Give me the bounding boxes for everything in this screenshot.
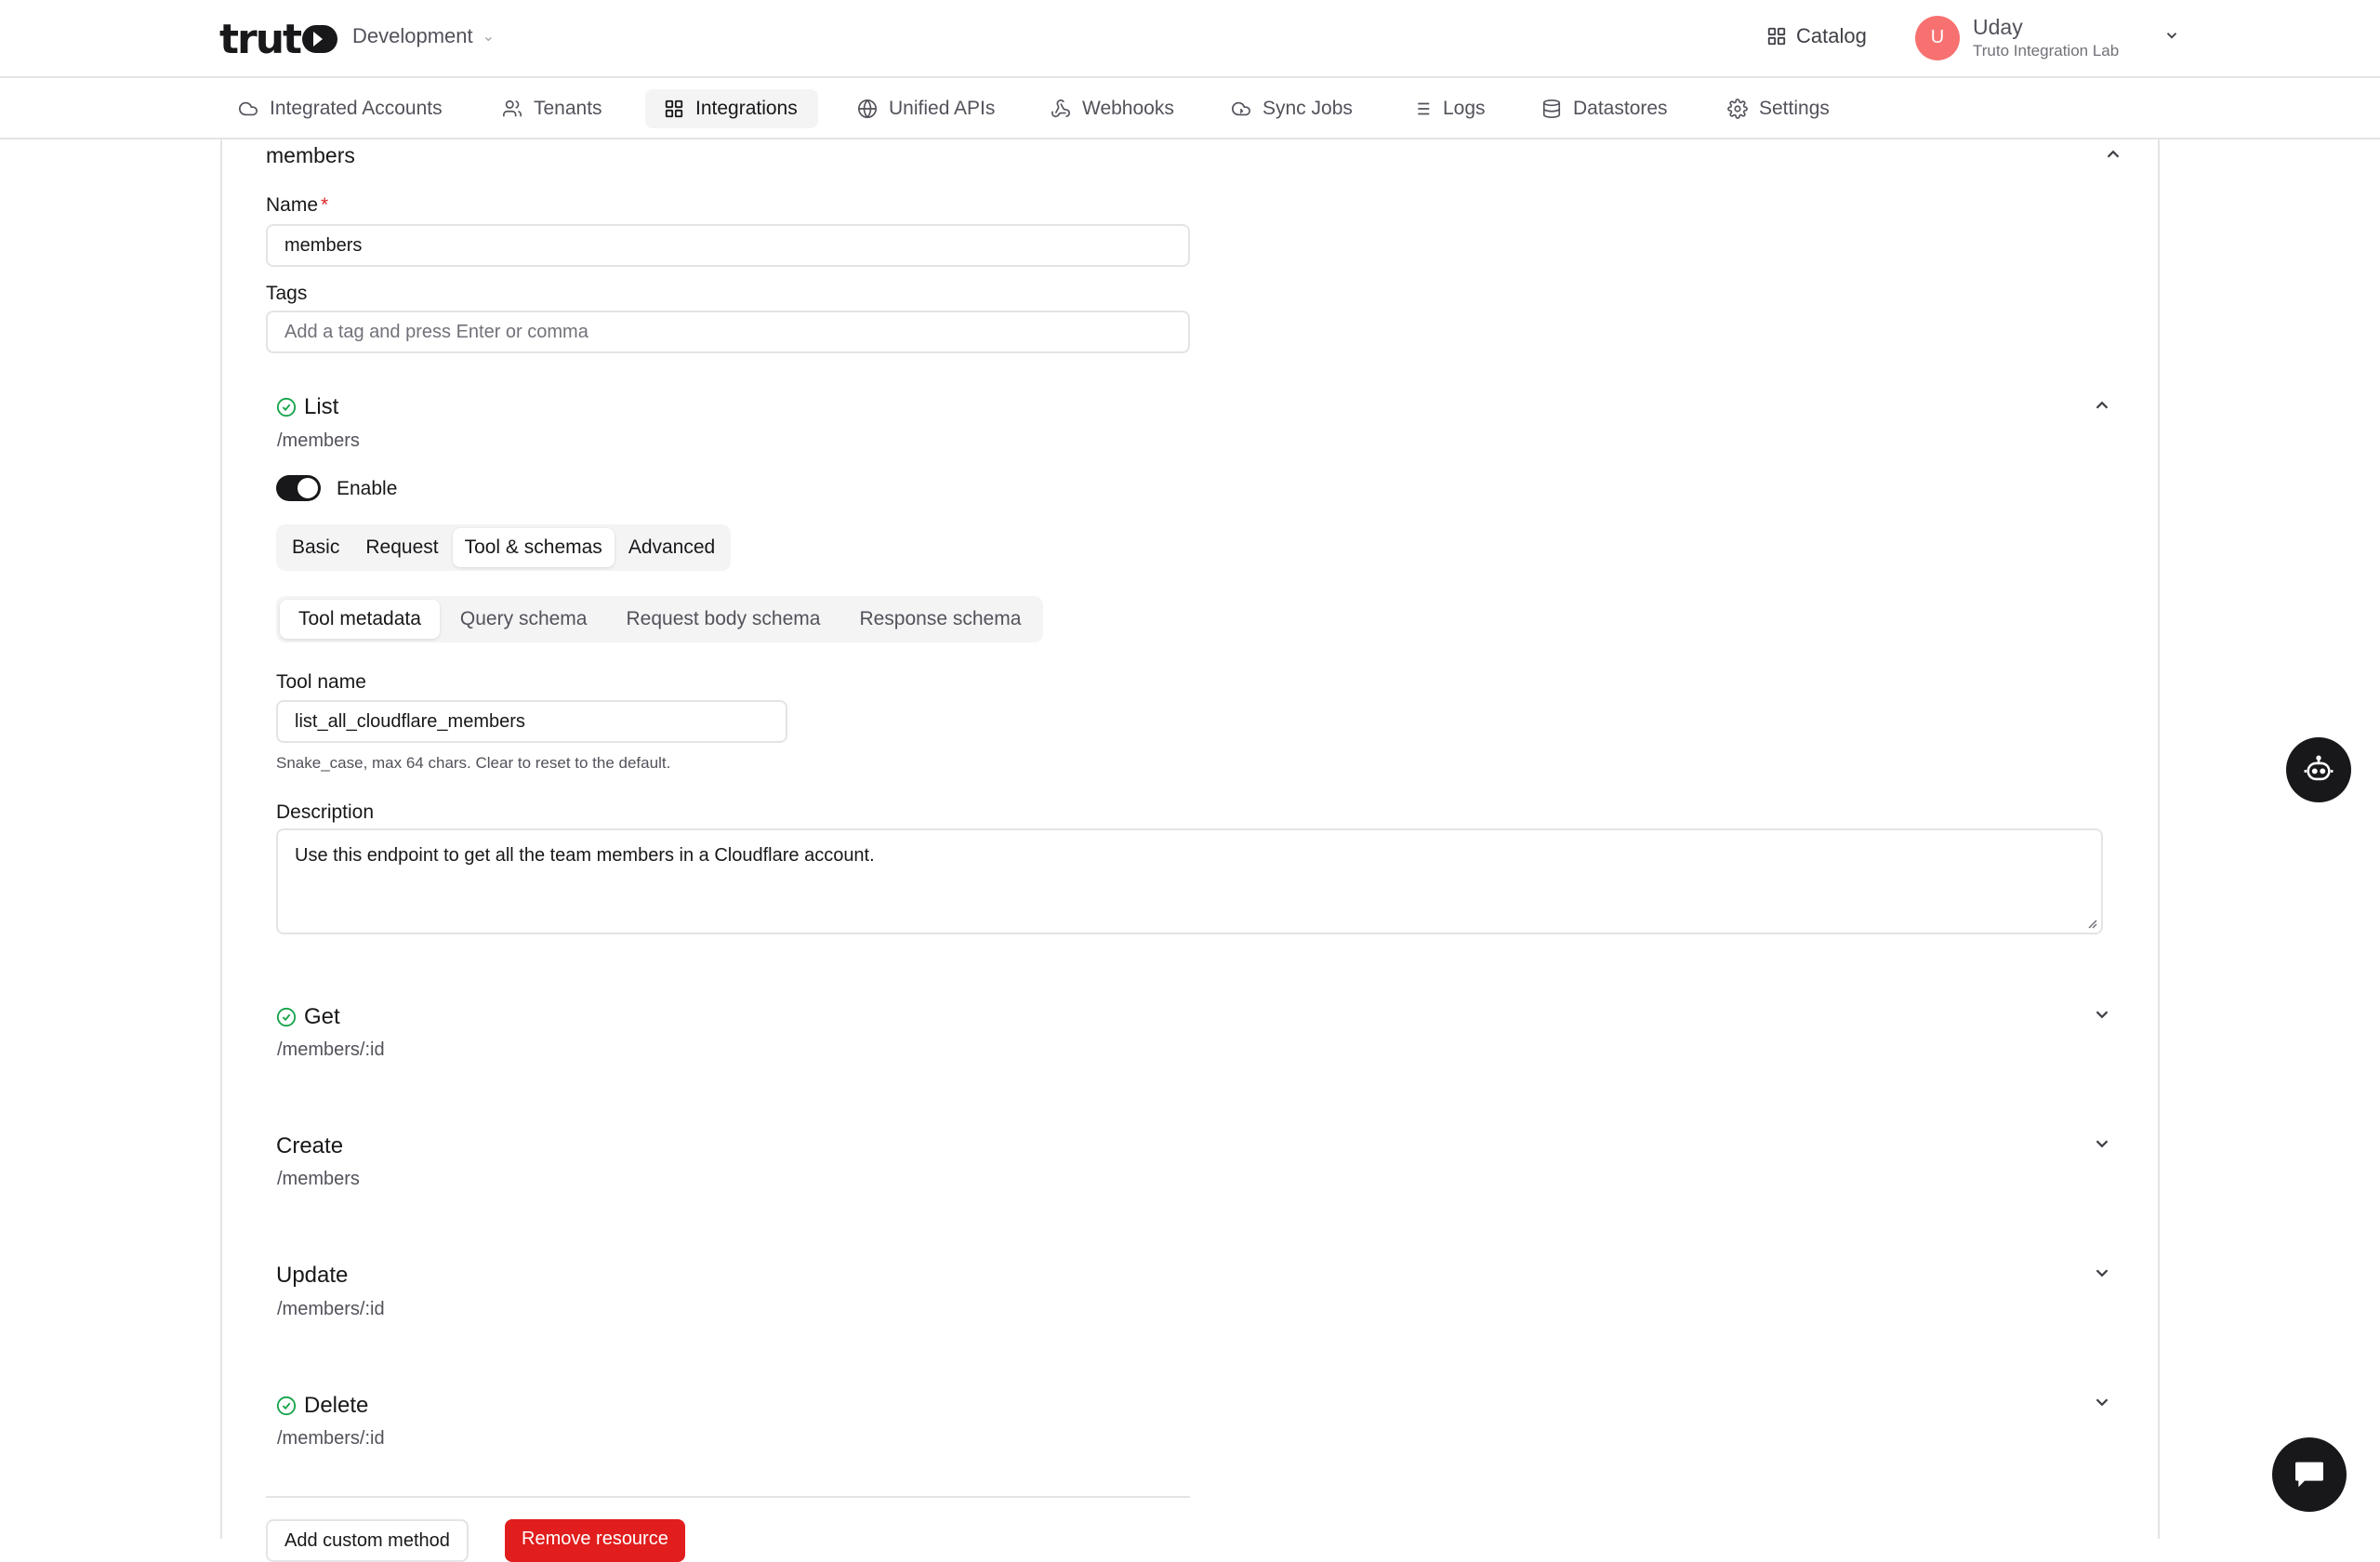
gear-icon bbox=[1727, 99, 1748, 119]
nav-webhooks[interactable]: Webhooks bbox=[1032, 89, 1195, 128]
chevron-down-icon[interactable] bbox=[2092, 1133, 2112, 1154]
method-path: /members/:id bbox=[277, 1428, 385, 1449]
tags-label: Tags bbox=[266, 283, 308, 304]
user-name: Uday bbox=[1973, 15, 2023, 39]
method-title: Get bbox=[304, 1004, 340, 1029]
tab-request[interactable]: Request bbox=[353, 528, 450, 567]
description-label: Description bbox=[276, 801, 375, 823]
grid-icon bbox=[1767, 27, 1786, 46]
required-indicator: * bbox=[321, 194, 329, 216]
environment-selector[interactable]: Development ⌄ bbox=[352, 24, 495, 48]
tab-query-schema[interactable]: Query schema bbox=[442, 600, 606, 639]
chevron-down-icon[interactable] bbox=[2092, 1263, 2112, 1283]
webhook-icon bbox=[1051, 99, 1070, 118]
resource-title: members bbox=[266, 143, 355, 167]
sync-icon bbox=[1232, 101, 1250, 116]
enable-label: Enable bbox=[337, 478, 398, 499]
chevron-down-icon: ⌄ bbox=[482, 29, 496, 45]
resize-handle-icon[interactable] bbox=[2086, 918, 2097, 929]
truto-logo[interactable]: trut bbox=[219, 16, 338, 63]
nav-label: Integrated Accounts bbox=[270, 98, 443, 119]
name-input[interactable]: members bbox=[266, 224, 1190, 267]
chevron-down-icon[interactable] bbox=[2092, 1392, 2112, 1412]
avatar: U bbox=[1915, 15, 1960, 60]
divider bbox=[266, 1496, 1190, 1498]
chat-icon bbox=[2295, 1462, 2323, 1488]
nav-label: Datastores bbox=[1573, 98, 1668, 119]
method-title: List bbox=[304, 394, 339, 419]
chat-support-button[interactable] bbox=[2272, 1437, 2347, 1512]
method-tabs: Basic Request Tool & schemas Advanced bbox=[276, 524, 732, 571]
nav-tenants[interactable]: Tenants bbox=[483, 89, 623, 128]
nav-label: Settings bbox=[1759, 98, 1830, 119]
nav-label: Webhooks bbox=[1082, 98, 1174, 119]
delete-method-header[interactable]: Delete bbox=[276, 1393, 368, 1419]
catalog-link[interactable]: Catalog bbox=[1766, 24, 1867, 48]
check-circle-icon bbox=[276, 1396, 297, 1416]
nav-unified-apis[interactable]: Unified APIs bbox=[839, 89, 1015, 128]
name-label: Name * bbox=[266, 194, 328, 217]
tab-tool-metadata[interactable]: Tool metadata bbox=[280, 600, 440, 639]
name-label-text: Name bbox=[266, 194, 319, 216]
nav-settings[interactable]: Settings bbox=[1709, 89, 1850, 128]
nav-logs[interactable]: Logs bbox=[1393, 89, 1506, 128]
method-title: Update bbox=[276, 1263, 349, 1288]
chevron-up-icon[interactable] bbox=[2092, 395, 2112, 416]
top-bar: trut Development ⌄ Catalog U Uday Truto … bbox=[0, 0, 2380, 78]
remove-resource-button[interactable]: Remove resource bbox=[505, 1519, 685, 1562]
add-custom-method-button[interactable]: Add custom method bbox=[266, 1519, 469, 1562]
ai-assistant-button[interactable] bbox=[2286, 737, 2351, 802]
chevron-down-icon[interactable] bbox=[2092, 1004, 2112, 1025]
catalog-label: Catalog bbox=[1796, 24, 1867, 47]
method-path: /members bbox=[277, 1169, 360, 1189]
schema-tabs: Tool metadata Query schema Request body … bbox=[276, 596, 1044, 642]
nav-label: Unified APIs bbox=[889, 98, 996, 119]
description-text: Use this endpoint to get all the team me… bbox=[295, 845, 875, 866]
nav-label: Tenants bbox=[534, 98, 602, 119]
method-path: /members bbox=[277, 430, 360, 451]
chevron-up-icon[interactable] bbox=[2103, 144, 2123, 165]
user-org: Truto Integration Lab bbox=[1973, 42, 2120, 60]
nav-label: Sync Jobs bbox=[1263, 98, 1353, 119]
create-method-header[interactable]: Create bbox=[276, 1133, 343, 1159]
update-method-header[interactable]: Update bbox=[276, 1263, 348, 1289]
tab-request-body-schema[interactable]: Request body schema bbox=[607, 600, 839, 639]
list-method-header[interactable]: List bbox=[276, 394, 338, 420]
chevron-down-icon bbox=[2163, 27, 2180, 48]
robot-icon bbox=[2304, 755, 2334, 781]
user-menu[interactable]: U Uday Truto Integration Lab bbox=[1915, 15, 2180, 60]
tool-name-help: Snake_case, max 64 chars. Clear to reset… bbox=[276, 754, 671, 772]
tab-basic[interactable]: Basic bbox=[280, 528, 351, 567]
nav-integrated-accounts[interactable]: Integrated Accounts bbox=[219, 89, 463, 128]
enable-toggle[interactable] bbox=[276, 475, 321, 501]
tool-name-input[interactable]: list_all_cloudflare_members bbox=[276, 700, 787, 743]
grid-icon bbox=[665, 99, 683, 118]
nav-integrations[interactable]: Integrations bbox=[645, 89, 818, 128]
tab-tool-schemas[interactable]: Tool & schemas bbox=[452, 528, 615, 567]
method-path: /members/:id bbox=[277, 1039, 385, 1060]
nav-sync-jobs[interactable]: Sync Jobs bbox=[1212, 89, 1373, 128]
users-icon bbox=[503, 99, 522, 117]
tags-input[interactable]: Add a tag and press Enter or comma bbox=[266, 311, 1190, 353]
tab-advanced[interactable]: Advanced bbox=[616, 528, 727, 567]
get-method-header[interactable]: Get bbox=[276, 1004, 340, 1030]
tab-response-schema[interactable]: Response schema bbox=[840, 600, 1039, 639]
check-circle-icon bbox=[276, 397, 297, 417]
description-textarea[interactable]: Use this endpoint to get all the team me… bbox=[276, 828, 2103, 934]
main-nav: Integrated Accounts Tenants Integrations… bbox=[0, 78, 2380, 139]
check-circle-icon bbox=[276, 1007, 297, 1027]
tool-name-label: Tool name bbox=[276, 671, 366, 693]
database-icon bbox=[1542, 99, 1561, 118]
cloud-icon bbox=[239, 101, 258, 116]
method-title: Create bbox=[276, 1133, 344, 1158]
nav-label: Integrations bbox=[695, 98, 798, 119]
list-icon bbox=[1413, 102, 1430, 115]
method-title: Delete bbox=[304, 1393, 369, 1418]
environment-label: Development bbox=[352, 24, 473, 47]
globe-icon bbox=[858, 99, 877, 118]
nav-datastores[interactable]: Datastores bbox=[1523, 89, 1688, 128]
method-path: /members/:id bbox=[277, 1299, 385, 1319]
nav-label: Logs bbox=[1443, 98, 1486, 119]
